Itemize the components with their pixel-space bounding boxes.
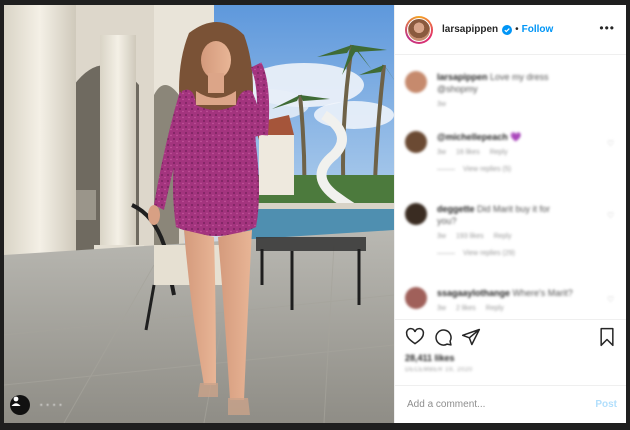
comment-content-cont: you?	[437, 216, 457, 226]
comment-content: Where's Marit?	[512, 288, 573, 298]
comment-like-icon[interactable]: ♡	[607, 211, 617, 220]
share-icon[interactable]	[461, 327, 481, 347]
comment-time: 3w	[437, 233, 446, 240]
comment-like-icon[interactable]: ♡	[607, 139, 617, 148]
comment-meta: 3w 16 likes Reply	[437, 149, 607, 156]
reply-button[interactable]: Reply	[486, 305, 504, 312]
comment-avatar[interactable]	[405, 203, 427, 225]
comment-username: @michellepeach	[437, 132, 508, 142]
comment-time: 3w	[437, 305, 446, 312]
post-actions	[395, 319, 626, 353]
comment-meta: 3w 193 likes Reply	[437, 233, 607, 240]
post-side-panel: larsapippen • Follow ••• larsapippen Lov…	[394, 5, 626, 423]
comment-icon[interactable]	[433, 327, 453, 347]
comment-username: larsapippen	[437, 72, 488, 82]
view-replies-link[interactable]: View replies (29)	[437, 250, 607, 257]
author-username[interactable]: larsapippen	[442, 24, 498, 35]
comment-item: @michellepeach 💜 3w 16 likes Reply View re…	[405, 131, 617, 173]
comment-body: larsapippen Love my dress @shopmy 3w	[437, 71, 617, 108]
comment-input[interactable]	[405, 398, 596, 411]
reply-button[interactable]: Reply	[494, 233, 512, 240]
comment-text: ssagaaylothange Where's Marit?	[437, 287, 607, 299]
verified-icon	[502, 24, 513, 35]
likes-count[interactable]: 28,411 likes	[395, 353, 626, 363]
comment-text: larsapippen Love my dress @shopmy	[437, 71, 617, 95]
comment-body: ssagaaylothange Where's Marit? 3w 2 likes…	[437, 287, 607, 312]
comment-content: Love my dress	[490, 72, 549, 82]
avatar-image	[407, 17, 431, 42]
post-photo[interactable]: ▪ ▪ ▪ ▪	[4, 5, 394, 423]
comment-username: ssagaaylothange	[437, 288, 511, 298]
comment-meta: 3w 2 likes Reply	[437, 305, 607, 312]
comment-avatar[interactable]	[405, 287, 427, 309]
comments-list[interactable]: larsapippen Love my dress @shopmy 3w @mic…	[395, 55, 626, 319]
comment-avatar[interactable]	[405, 71, 427, 93]
comment-body: @michellepeach 💜 3w 16 likes Reply View re…	[437, 131, 607, 173]
post-modal: ▪ ▪ ▪ ▪ larsapippen • Follow ••• larsapi…	[4, 5, 626, 423]
comment-content-cont: @shopmy	[437, 84, 478, 94]
follow-button[interactable]: Follow	[522, 24, 554, 35]
view-replies-link[interactable]: View replies (5)	[437, 166, 607, 173]
comment-username: deggette	[437, 204, 475, 214]
comment-time: 3w	[437, 149, 446, 156]
post-date: DECEMBER 19, 2020	[405, 367, 473, 373]
comment-meta: 3w	[437, 101, 617, 108]
author-avatar[interactable]	[405, 15, 433, 44]
post-comment-button[interactable]: Post	[595, 399, 617, 410]
add-comment-bar: Post	[395, 385, 626, 423]
comment-body: deggette Did Marit buy it for you? 3w 193 …	[437, 203, 607, 257]
comment-content: Did Marit buy it for	[477, 204, 551, 214]
comment-item: deggette Did Marit buy it for you? 3w 193 …	[405, 203, 617, 257]
reply-button[interactable]: Reply	[490, 149, 508, 156]
bookmark-icon[interactable]	[597, 327, 617, 347]
more-options-icon[interactable]: •••	[599, 22, 615, 34]
comment-content: 💜	[510, 132, 522, 142]
header-separator: •	[515, 24, 519, 35]
photo-illustration	[4, 5, 394, 423]
comment-like-icon[interactable]: ♡	[607, 295, 617, 304]
comment-likes: 16 likes	[455, 149, 480, 156]
post-header: larsapippen • Follow •••	[395, 5, 626, 55]
comment-text: @michellepeach 💜	[437, 131, 607, 143]
photo-watermark: ▪ ▪ ▪ ▪	[40, 402, 63, 409]
comment-avatar[interactable]	[405, 131, 427, 153]
heart-icon[interactable]	[405, 327, 425, 347]
comment-item: ssagaaylothange Where's Marit? 3w 2 likes…	[405, 287, 617, 312]
comment-item: larsapippen Love my dress @shopmy 3w	[405, 71, 617, 108]
comment-likes: 2 likes	[455, 305, 476, 312]
comment-time: 3w	[437, 101, 446, 108]
comment-text: deggette Did Marit buy it for you?	[437, 203, 607, 227]
comment-likes: 193 likes	[455, 233, 484, 240]
tag-user-icon[interactable]	[10, 395, 30, 415]
